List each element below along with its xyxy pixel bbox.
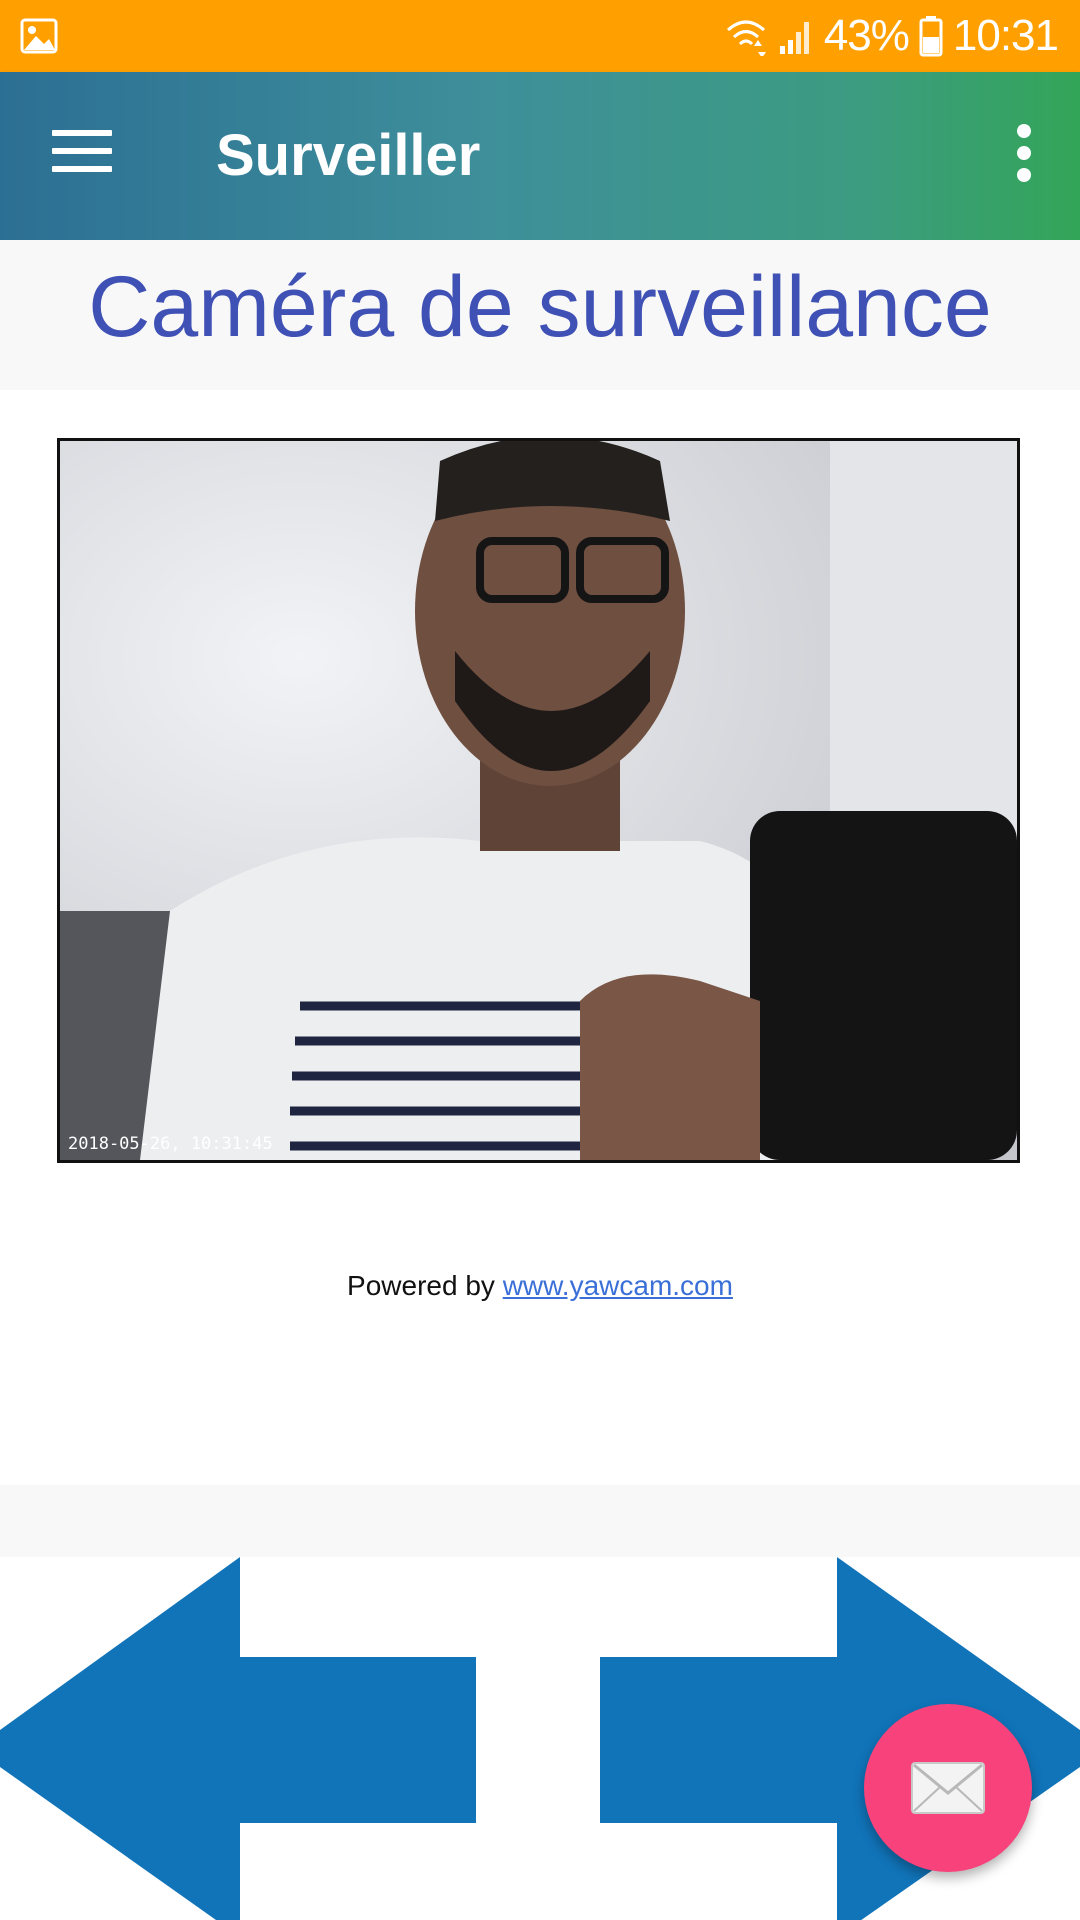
yawcam-link[interactable]: www.yawcam.com — [503, 1270, 733, 1301]
gallery-icon — [20, 18, 58, 54]
camera-image — [60, 441, 1017, 1160]
camera-feed: 2018-05-26, 10:31:45 — [57, 438, 1020, 1163]
app-bar: Surveiller — [0, 72, 1080, 240]
app-title: Surveiller — [216, 123, 481, 188]
menu-icon[interactable] — [52, 130, 112, 180]
powered-by-text: Powered by — [347, 1270, 503, 1301]
battery-percentage: 43% — [823, 11, 910, 60]
powered-by: Powered by www.yawcam.com — [0, 1270, 1080, 1302]
camera-timestamp: 2018-05-26, 10:31:45 — [68, 1134, 273, 1154]
more-vert-icon[interactable] — [1004, 124, 1044, 188]
heading-band: Caméra de surveillance — [0, 240, 1080, 390]
wifi-icon — [726, 20, 766, 56]
clock: 10:31 — [952, 11, 1059, 60]
status-bar: 43% 10:31 — [0, 0, 1080, 72]
mail-icon — [911, 1762, 985, 1814]
arrow-left-icon — [0, 1557, 476, 1920]
previous-button[interactable] — [0, 1557, 528, 1920]
separator-band — [0, 1485, 1080, 1557]
signal-icon — [779, 22, 809, 54]
page-title: Caméra de surveillance — [88, 259, 992, 355]
mail-fab[interactable] — [864, 1704, 1032, 1872]
battery-icon — [919, 16, 943, 57]
